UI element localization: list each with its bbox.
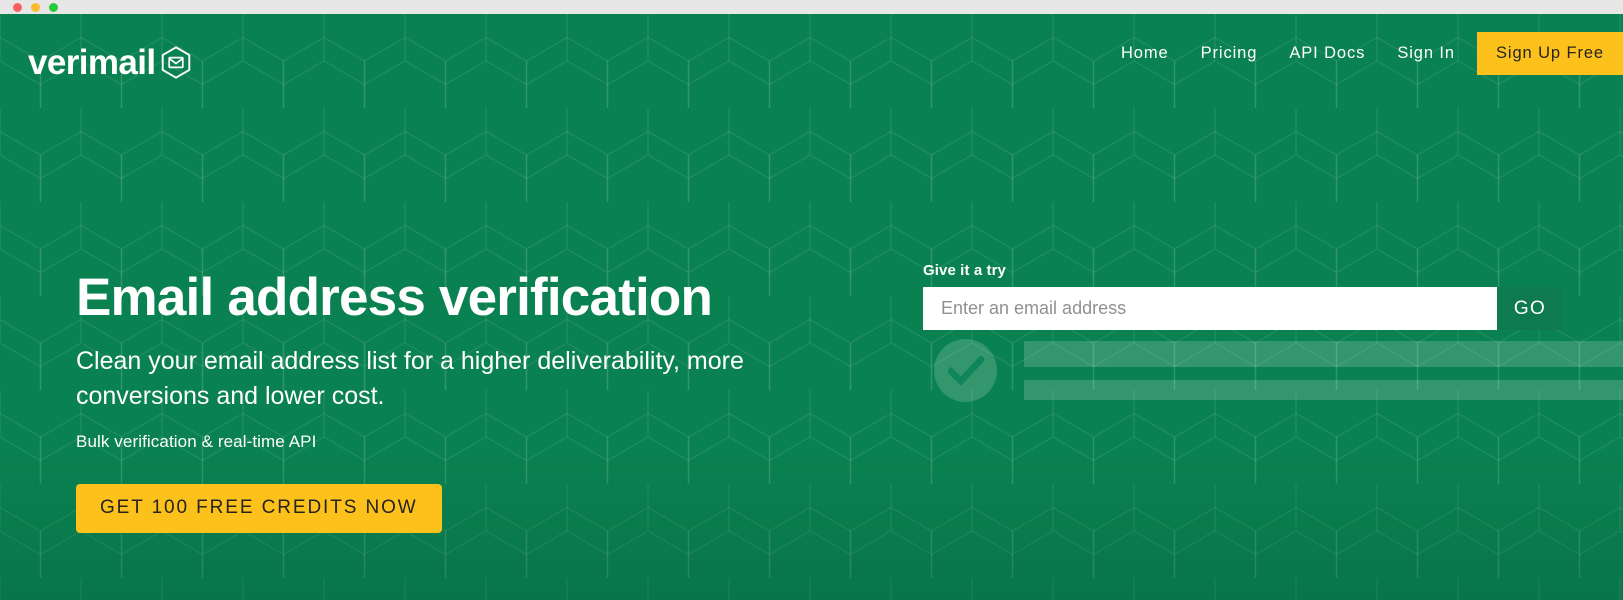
- minimize-button[interactable]: [31, 3, 40, 12]
- email-verify-form: GO: [923, 287, 1623, 330]
- page-title: Email address verification: [76, 268, 713, 327]
- hexagon-envelope-icon: [161, 46, 190, 79]
- skeleton-bar: [1024, 341, 1623, 367]
- site-header: verimail Home Pricing API Docs Sign In S…: [0, 14, 1623, 80]
- get-free-credits-button[interactable]: GET 100 FREE CREDITS NOW: [76, 484, 442, 534]
- nav-item-api-docs[interactable]: API Docs: [1273, 32, 1381, 75]
- brand-logo[interactable]: verimail: [28, 45, 191, 80]
- skeleton-bar: [1024, 380, 1623, 400]
- nav-item-pricing[interactable]: Pricing: [1185, 32, 1274, 75]
- close-button[interactable]: [13, 3, 22, 12]
- go-submit-button[interactable]: GO: [1497, 287, 1563, 330]
- hero-subheadline: Clean your email address list for a high…: [76, 347, 744, 410]
- nav-signup-free-button[interactable]: Sign Up Free: [1476, 32, 1623, 75]
- checkmark-glyph: [947, 355, 984, 386]
- browser-window: verimail Home Pricing API Docs Sign In S…: [0, 0, 1623, 600]
- try-it-label: Give it a try: [923, 262, 1007, 279]
- verification-result-placeholder: [923, 339, 1623, 406]
- hero-copy-block: Email address verification Clean your em…: [76, 268, 896, 534]
- nav-item-sign-in[interactable]: Sign In: [1381, 32, 1471, 75]
- nav-item-home[interactable]: Home: [1105, 32, 1185, 75]
- check-circle-icon: [934, 339, 997, 402]
- window-titlebar: [0, 0, 1623, 14]
- hero-tagline: Bulk verification & real-time API: [76, 432, 317, 452]
- email-input[interactable]: [923, 287, 1497, 330]
- try-it-widget: Give it a try GO: [923, 262, 1623, 406]
- zoom-button[interactable]: [49, 3, 58, 12]
- result-skeleton-bars: [1024, 341, 1623, 400]
- main-navigation: Home Pricing API Docs Sign In Sign Up Fr…: [1105, 32, 1623, 75]
- logo-text: verimail: [28, 43, 156, 82]
- window-controls: [13, 3, 58, 12]
